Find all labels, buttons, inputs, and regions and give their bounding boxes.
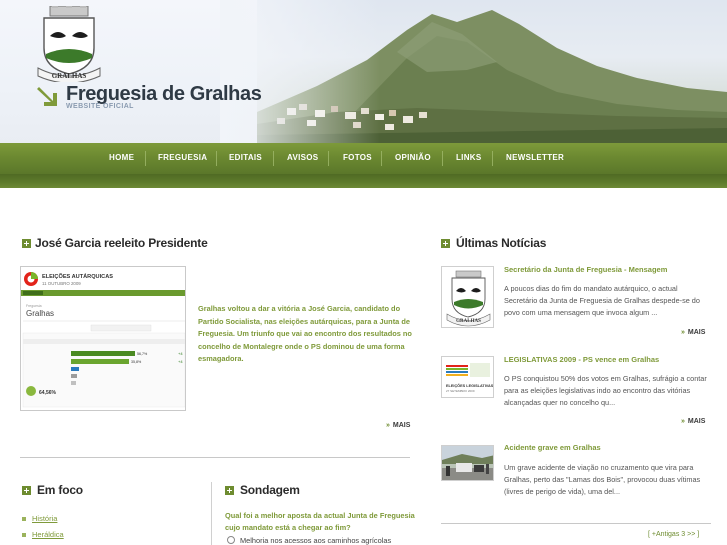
news-item-title[interactable]: Acidente grave em Gralhas xyxy=(504,443,601,452)
svg-text:ELEIÇÕES AUTÁRQUICAS: ELEIÇÕES AUTÁRQUICAS xyxy=(42,273,113,280)
poll-question: Qual foi a melhor aposta da actual Junta… xyxy=(225,511,415,532)
news-heading: Últimas Notícias xyxy=(456,236,547,250)
column-divider xyxy=(211,482,212,545)
nav-newsletter[interactable]: NEWSLETTER xyxy=(506,153,564,162)
svg-text:64,56%: 64,56% xyxy=(39,390,57,396)
poll-option[interactable]: Melhoria nos acessos aos caminhos agríco… xyxy=(227,536,391,545)
nav-links[interactable]: LINKS xyxy=(456,153,482,162)
news-item-title[interactable]: LEGISLATIVAS 2009 - PS vence em Gralhas xyxy=(504,355,659,364)
nav-opiniao[interactable]: OPINIÃO xyxy=(395,153,431,162)
nav-freguesia[interactable]: FREGUESIA xyxy=(158,153,207,162)
svg-text:11 OUTUBRO 2009: 11 OUTUBRO 2009 xyxy=(42,281,81,286)
divider xyxy=(20,457,410,458)
site-subtitle: WEBSITE OFICIAL xyxy=(66,103,134,110)
nav-avisos[interactable]: AVISOS xyxy=(287,153,318,162)
news-item-body: O PS conquistou 50% dos votos em Gralhas… xyxy=(504,374,707,407)
foco-item-heraldica[interactable]: Heráldica xyxy=(22,530,64,539)
foco-item-historia[interactable]: História xyxy=(22,514,57,523)
main-nav: HOME FREGUESIA EDITAIS AVISOS FOTOS OPIN… xyxy=(0,143,727,174)
feature-summary: Gralhas voltou a dar a vitória a José Ga… xyxy=(198,304,412,364)
news-thumbnail[interactable] xyxy=(441,445,494,481)
svg-text:+4: +4 xyxy=(178,351,183,356)
nav-home[interactable]: HOME xyxy=(109,153,134,162)
section-plus-icon xyxy=(22,239,31,248)
arrow-right-icon: » xyxy=(681,329,685,336)
nav-editais[interactable]: EDITAIS xyxy=(229,153,262,162)
foco-heading: Em foco xyxy=(37,483,83,497)
news-item-title[interactable]: Secretário da Junta de Freguesia - Mensa… xyxy=(504,265,667,274)
section-plus-icon xyxy=(225,486,234,495)
svg-text:ELEIÇÕES LEGISLATIVAS: ELEIÇÕES LEGISLATIVAS xyxy=(446,383,494,388)
svg-text:Gralhas: Gralhas xyxy=(26,309,54,318)
divider xyxy=(441,523,711,524)
news-item-body: A poucos dias do fim do mandato autárqui… xyxy=(504,284,700,317)
arrow-logo-icon xyxy=(37,87,57,106)
news-thumbnail[interactable]: GRALHAS xyxy=(441,266,494,328)
radio-button[interactable] xyxy=(227,536,235,544)
svg-text:+4: +4 xyxy=(178,359,183,364)
feature-heading: José Garcia reeleito Presidente xyxy=(35,236,208,250)
svg-text:27 SETEMBRO 2009: 27 SETEMBRO 2009 xyxy=(446,389,475,393)
older-news-link[interactable]: [ +Antigas 3 >> ] xyxy=(648,531,699,538)
coat-of-arms-logo: GRALHAS xyxy=(34,4,104,84)
poll-heading: Sondagem xyxy=(240,483,300,497)
news-more-link[interactable]: » MAIS xyxy=(681,418,705,425)
svg-text:GRALHAS: GRALHAS xyxy=(52,72,87,80)
page: { "header": { "title": "Freguesia de Gra… xyxy=(0,0,727,545)
news-thumbnail[interactable]: ELEIÇÕES LEGISLATIVAS 27 SETEMBRO 2009 xyxy=(441,356,494,398)
news-more-link[interactable]: » MAIS xyxy=(681,329,705,336)
news-item-body: Um grave acidente de viação no cruzament… xyxy=(504,463,701,496)
feature-image[interactable]: ELEIÇÕES AUTÁRQUICAS 11 OUTUBRO 2009 Fre… xyxy=(20,266,186,411)
site-header: GRALHAS Freguesia de Gralhas WEBSITE OFI… xyxy=(0,0,727,143)
arrow-right-icon: » xyxy=(386,422,390,429)
section-plus-icon xyxy=(441,239,450,248)
feature-more-link[interactable]: » MAIS xyxy=(386,422,410,429)
svg-text:35,8%: 35,8% xyxy=(131,360,142,364)
svg-text:56,7%: 56,7% xyxy=(137,352,148,356)
arrow-right-icon: » xyxy=(681,418,685,425)
svg-text:GRALHAS: GRALHAS xyxy=(456,319,481,324)
section-plus-icon xyxy=(22,486,31,495)
nav-fotos[interactable]: FOTOS xyxy=(343,153,372,162)
svg-text:Freguesia: Freguesia xyxy=(26,304,42,308)
